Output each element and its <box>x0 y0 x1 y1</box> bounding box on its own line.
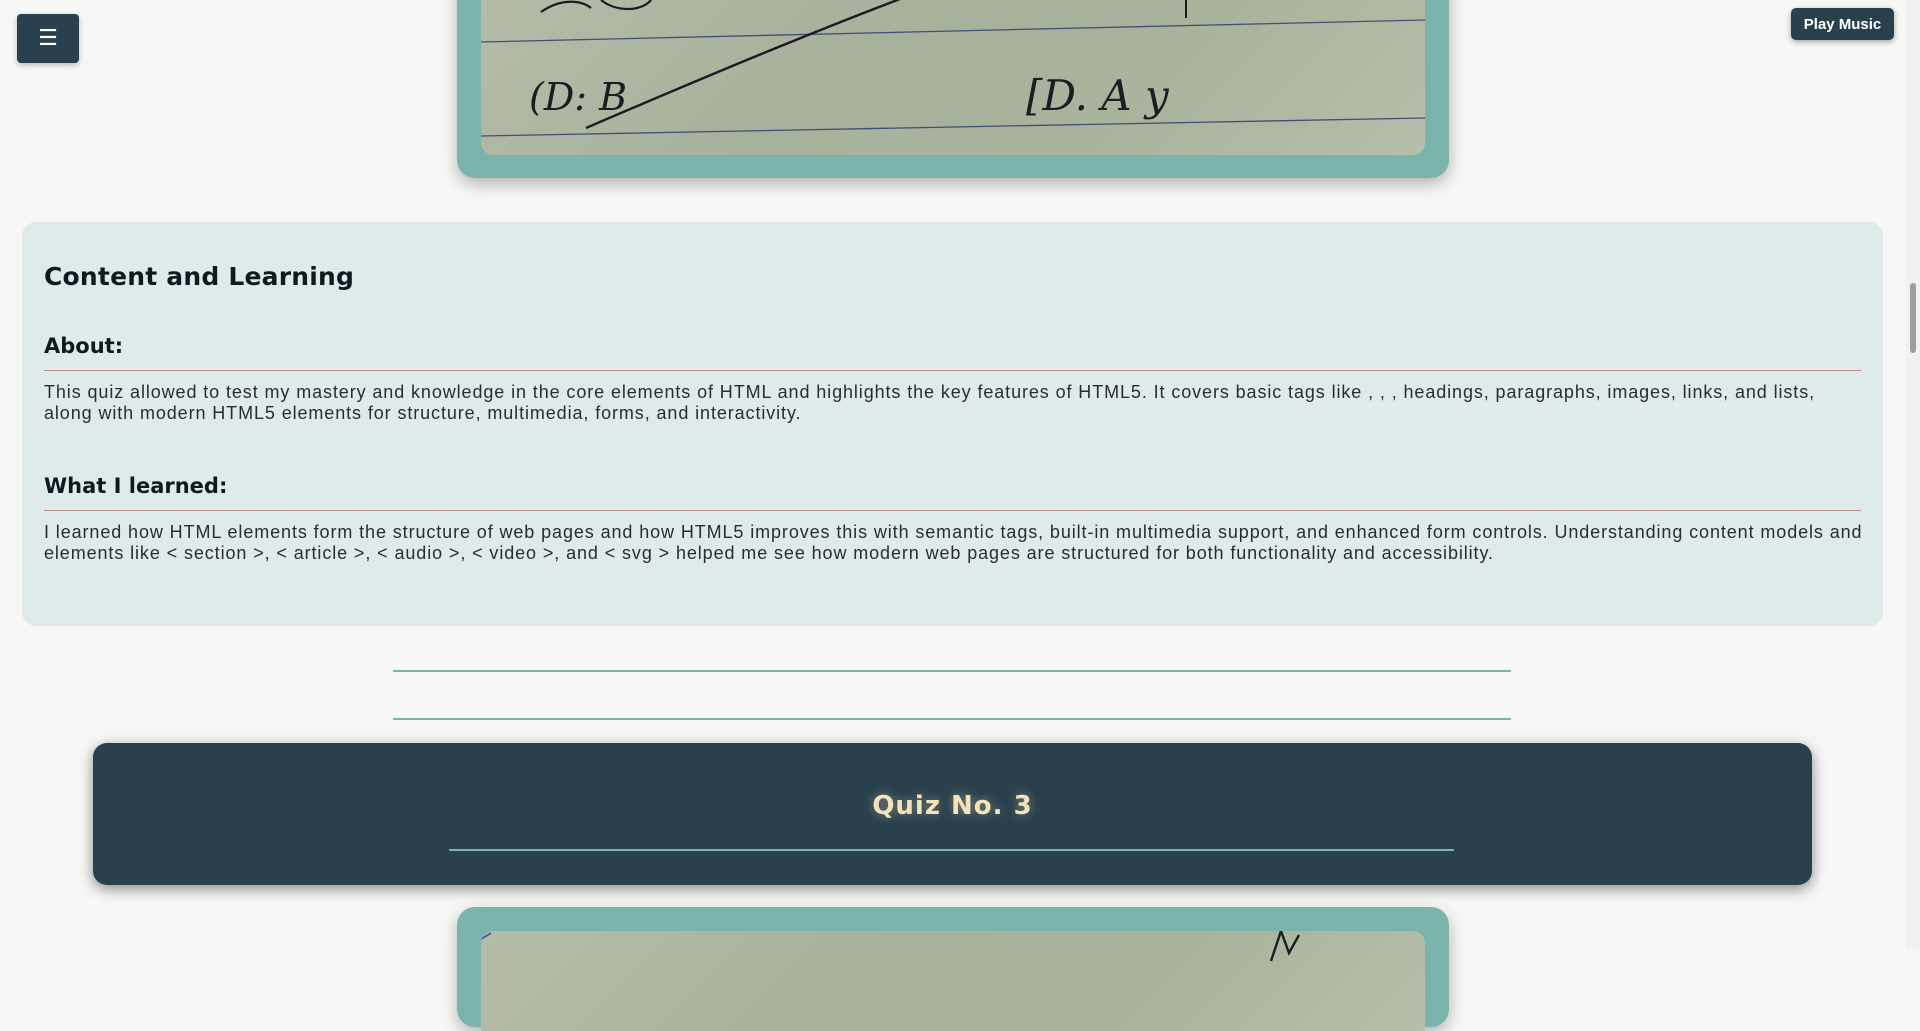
page-scrollbar[interactable] <box>1906 0 1920 949</box>
play-music-button[interactable]: Play Music <box>1791 8 1894 40</box>
section-divider-lower <box>393 718 1511 720</box>
quiz-answer-sheet-photo-next <box>481 931 1425 1031</box>
learned-text: I learned how HTML elements form the str… <box>44 522 1863 563</box>
quiz-title-underline <box>449 849 1454 851</box>
learned-divider <box>44 510 1861 511</box>
about-heading: About: <box>44 334 124 358</box>
handwriting-answer-left: (D: B <box>529 75 627 119</box>
content-learning-title: Content and Learning <box>44 262 355 291</box>
scrollbar-thumb[interactable] <box>1910 283 1916 353</box>
quiz-photo-card-next <box>457 907 1449 1031</box>
quiz-answer-sheet-photo: (D: B [D. A y <box>481 0 1425 155</box>
learned-heading: What I learned: <box>44 474 228 498</box>
handwritten-answers-image: (D: B [D. A y <box>481 0 1425 137</box>
quiz-title: Quiz No. 3 <box>872 791 1033 821</box>
section-divider-upper <box>393 670 1511 672</box>
about-divider <box>44 370 1861 371</box>
menu-button[interactable]: ☰ <box>17 14 79 63</box>
about-text: This quiz allowed to test my mastery and… <box>44 382 1815 423</box>
hamburger-menu-icon: ☰ <box>38 25 58 51</box>
handwriting-answer-right: [D. A y <box>1026 71 1170 120</box>
quiz-header-banner: Quiz No. 3 <box>93 743 1812 885</box>
handwritten-answers-image-next <box>481 931 1301 962</box>
quiz-photo-card: (D: B [D. A y <box>457 0 1449 178</box>
